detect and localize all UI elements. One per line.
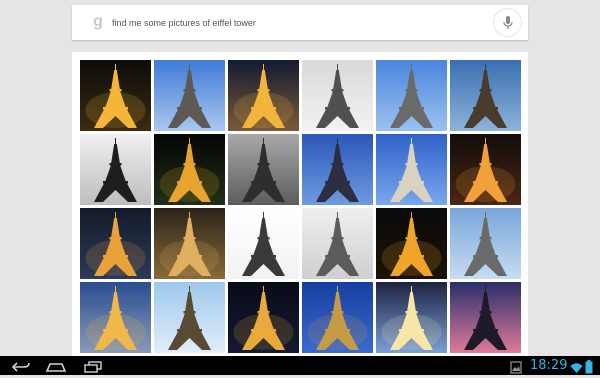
back-icon — [11, 361, 30, 372]
eiffel-tower-image — [228, 208, 299, 279]
microphone-button[interactable] — [494, 9, 521, 36]
eiffel-tower-image — [80, 134, 151, 205]
eiffel-tower-image — [228, 134, 299, 205]
image-result-thumbnail[interactable] — [302, 134, 373, 205]
microphone-icon — [502, 15, 513, 29]
back-button[interactable] — [8, 358, 34, 375]
image-result-thumbnail[interactable] — [450, 60, 521, 131]
eiffel-tower-image — [450, 208, 521, 279]
wifi-status[interactable] — [570, 359, 583, 378]
image-result-thumbnail[interactable] — [154, 208, 225, 279]
battery-icon — [585, 360, 593, 374]
eiffel-tower-image — [302, 60, 373, 131]
image-result-thumbnail[interactable] — [450, 208, 521, 279]
image-result-thumbnail[interactable] — [80, 134, 151, 205]
recent-apps-icon — [84, 360, 102, 373]
eiffel-tower-image — [154, 282, 225, 353]
battery-status[interactable] — [585, 359, 593, 378]
image-result-thumbnail[interactable] — [228, 60, 299, 131]
image-result-thumbnail[interactable] — [80, 60, 151, 131]
eiffel-tower-image — [154, 134, 225, 205]
eiffel-tower-image — [228, 282, 299, 353]
recent-apps-button[interactable] — [80, 358, 106, 375]
clock[interactable]: 18:29 — [530, 356, 567, 375]
search-query-text[interactable]: find me some pictures of eiffel tower — [112, 16, 256, 30]
eiffel-tower-image — [302, 282, 373, 353]
image-result-thumbnail[interactable] — [228, 282, 299, 353]
eiffel-tower-image — [450, 60, 521, 131]
image-result-thumbnail[interactable] — [154, 134, 225, 205]
image-result-thumbnail[interactable] — [154, 60, 225, 131]
image-result-thumbnail[interactable] — [228, 134, 299, 205]
image-result-thumbnail[interactable] — [228, 208, 299, 279]
image-result-thumbnail[interactable] — [154, 282, 225, 353]
eiffel-tower-image — [80, 208, 151, 279]
eiffel-tower-image — [376, 60, 447, 131]
image-result-thumbnail[interactable] — [376, 134, 447, 205]
screenshot-notification[interactable] — [510, 359, 522, 378]
image-result-thumbnail[interactable] — [450, 282, 521, 353]
eiffel-tower-image — [154, 60, 225, 131]
eiffel-tower-image — [302, 208, 373, 279]
image-result-thumbnail[interactable] — [302, 60, 373, 131]
image-result-thumbnail[interactable] — [376, 282, 447, 353]
home-button[interactable] — [43, 358, 69, 375]
eiffel-tower-image — [302, 134, 373, 205]
image-result-thumbnail[interactable] — [80, 282, 151, 353]
image-result-thumbnail[interactable] — [302, 208, 373, 279]
eiffel-tower-image — [228, 60, 299, 131]
image-result-thumbnail[interactable] — [376, 208, 447, 279]
eiffel-tower-image — [450, 282, 521, 353]
eiffel-tower-image — [376, 208, 447, 279]
image-result-thumbnail[interactable] — [80, 208, 151, 279]
image-result-thumbnail[interactable] — [450, 134, 521, 205]
image-result-thumbnail[interactable] — [302, 282, 373, 353]
eiffel-tower-image — [376, 282, 447, 353]
eiffel-tower-image — [80, 282, 151, 353]
eiffel-tower-image — [80, 60, 151, 131]
eiffel-tower-image — [450, 134, 521, 205]
image-result-thumbnail[interactable] — [376, 60, 447, 131]
image-results-grid — [80, 60, 521, 353]
screenshot-icon — [510, 361, 522, 374]
home-icon — [45, 362, 67, 372]
google-logo: g — [93, 13, 103, 30]
eiffel-tower-image — [376, 134, 447, 205]
image-results-panel — [72, 52, 528, 356]
wifi-icon — [570, 363, 583, 373]
eiffel-tower-image — [154, 208, 225, 279]
